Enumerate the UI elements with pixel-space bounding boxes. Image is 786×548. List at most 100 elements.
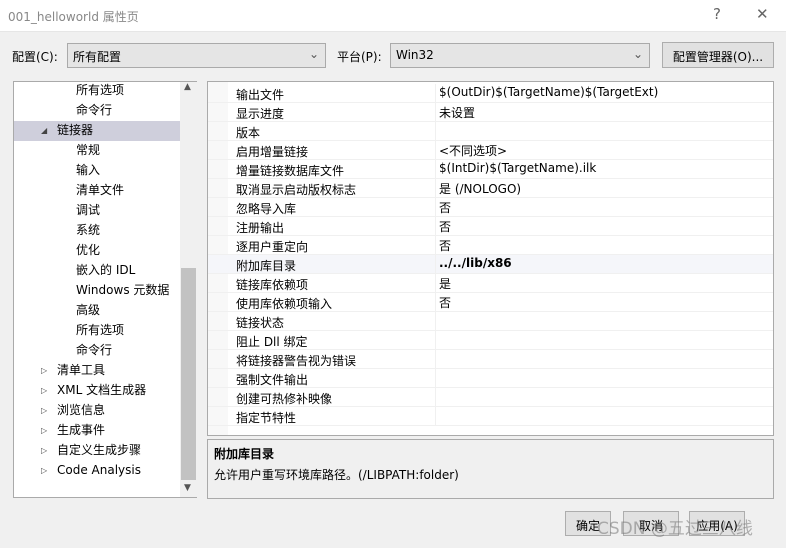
tree-item[interactable]: ▷ 自定义生成步骤	[14, 441, 180, 461]
tree-item[interactable]: 输入	[14, 161, 180, 181]
column-divider	[435, 255, 436, 274]
tree-item[interactable]: 命令行	[14, 101, 180, 121]
column-divider	[435, 84, 436, 103]
column-divider	[435, 236, 436, 255]
scroll-down-icon[interactable]: ▼	[184, 483, 191, 493]
tree-scrollbar[interactable]: ▲ ▼	[180, 82, 197, 497]
property-row[interactable]: 强制文件输出	[208, 369, 773, 388]
scrollbar-thumb[interactable]	[181, 268, 196, 480]
tree-item[interactable]: ▷ 浏览信息	[14, 401, 180, 421]
tree-item[interactable]: ▷ Code Analysis	[14, 461, 180, 481]
property-row[interactable]: 链接库依赖项 是	[208, 274, 773, 293]
property-row[interactable]: 启用增量链接 <不同选项>	[208, 141, 773, 160]
expand-arrow-icon[interactable]: ▷	[41, 361, 47, 380]
config-manager-button[interactable]: 配置管理器(O)...	[662, 42, 774, 68]
property-value[interactable]: 是 (/NOLOGO)	[439, 180, 521, 197]
tree-item[interactable]: 命令行	[14, 341, 180, 361]
expand-arrow-icon[interactable]: ▷	[41, 421, 47, 440]
property-row[interactable]: 显示进度 未设置	[208, 103, 773, 122]
tree-item-label: 生成事件	[57, 423, 106, 437]
tree-item-label: 所有选项	[76, 83, 125, 97]
property-name: 链接状态	[236, 316, 285, 330]
tree-item[interactable]: 所有选项	[14, 321, 180, 341]
property-name: 注册输出	[236, 221, 285, 235]
tree-item[interactable]: Windows 元数据	[14, 281, 180, 301]
property-name: 指定节特性	[236, 411, 297, 425]
property-name: 强制文件输出	[236, 373, 309, 387]
expand-arrow-icon[interactable]: ▷	[41, 441, 47, 460]
platform-dropdown[interactable]: Win32 ⌄	[390, 43, 650, 68]
tree-item[interactable]: ▷ 清单工具	[14, 361, 180, 381]
property-row[interactable]: 增量链接数据库文件 $(IntDir)$(TargetName).ilk	[208, 160, 773, 179]
property-row[interactable]: 版本	[208, 122, 773, 141]
property-value[interactable]: 否	[439, 199, 451, 216]
watermark: CSDN @五过三八线	[597, 519, 753, 539]
column-divider	[435, 122, 436, 141]
property-value[interactable]: $(IntDir)$(TargetName).ilk	[439, 161, 596, 175]
property-row[interactable]: 逐用户重定向 否	[208, 236, 773, 255]
property-row[interactable]: 输出文件 $(OutDir)$(TargetName)$(TargetExt)	[208, 84, 773, 103]
chevron-down-icon: ⌄	[632, 47, 643, 61]
tree-item-label: XML 文档生成器	[57, 383, 147, 397]
tree-item[interactable]: 高级	[14, 301, 180, 321]
tree-item[interactable]: 嵌入的 IDL	[14, 261, 180, 281]
help-button[interactable]: ?	[713, 5, 721, 23]
tree-item-label: 所有选项	[76, 323, 125, 337]
column-divider	[435, 274, 436, 293]
property-name: 显示进度	[236, 107, 285, 121]
property-value[interactable]: <不同选项>	[439, 142, 507, 159]
property-row[interactable]: 注册输出 否	[208, 217, 773, 236]
column-divider	[435, 312, 436, 331]
window-title: 001_helloworld 属性页	[8, 10, 139, 24]
expand-arrow-icon[interactable]: ▷	[41, 461, 47, 480]
column-divider	[435, 407, 436, 426]
property-row[interactable]: 将链接器警告视为错误	[208, 350, 773, 369]
tree-item[interactable]: 清单文件	[14, 181, 180, 201]
tree-item[interactable]: ◢ 链接器	[14, 121, 180, 141]
tree-item-label: 浏览信息	[57, 403, 106, 417]
tree-item[interactable]: 系统	[14, 221, 180, 241]
property-row[interactable]: 取消显示启动版权标志 是 (/NOLOGO)	[208, 179, 773, 198]
tree-item[interactable]: ▷ 生成事件	[14, 421, 180, 441]
property-value[interactable]: 否	[439, 237, 451, 254]
collapse-arrow-icon[interactable]: ◢	[41, 121, 47, 140]
property-name: 逐用户重定向	[236, 240, 309, 254]
property-value[interactable]: ../../lib/x86	[439, 256, 512, 270]
tree-item[interactable]: 常规	[14, 141, 180, 161]
expand-arrow-icon[interactable]: ▷	[41, 401, 47, 420]
column-divider	[435, 350, 436, 369]
property-value[interactable]: $(OutDir)$(TargetName)$(TargetExt)	[439, 85, 658, 99]
property-row[interactable]: 忽略导入库 否	[208, 198, 773, 217]
tree-item[interactable]: ▷ XML 文档生成器	[14, 381, 180, 401]
scroll-up-icon[interactable]: ▲	[184, 82, 191, 92]
column-divider	[435, 369, 436, 388]
property-value[interactable]: 否	[439, 218, 451, 235]
config-dropdown[interactable]: 所有配置 ⌄	[67, 43, 326, 68]
tree-item[interactable]: 调试	[14, 201, 180, 221]
tree-item-label: 命令行	[76, 103, 113, 117]
tree-item[interactable]: 优化	[14, 241, 180, 261]
close-button[interactable]: ✕	[756, 5, 769, 23]
property-value[interactable]: 否	[439, 294, 451, 311]
column-divider	[435, 293, 436, 312]
title-bar: 001_helloworld 属性页 ? ✕	[0, 0, 786, 32]
tree-item[interactable]: 所有选项	[14, 81, 180, 101]
property-name: 使用库依赖项输入	[236, 297, 333, 311]
property-row[interactable]: 指定节特性	[208, 407, 773, 426]
column-divider	[435, 198, 436, 217]
property-value[interactable]: 是	[439, 275, 451, 292]
platform-value: Win32	[396, 48, 434, 62]
property-row[interactable]: 创建可热修补映像	[208, 388, 773, 407]
property-row[interactable]: 阻止 Dll 绑定	[208, 331, 773, 350]
property-row[interactable]: 使用库依赖项输入 否	[208, 293, 773, 312]
property-row[interactable]: 链接状态	[208, 312, 773, 331]
column-divider	[435, 217, 436, 236]
property-tree: ▲ ▼ 所有选项 命令行 ◢ 链接器 常规 输入 清单文件 调试 系统 优化 嵌入的 IDL Wind…	[13, 81, 197, 498]
expand-arrow-icon[interactable]: ▷	[41, 381, 47, 400]
property-row[interactable]: 附加库目录 ../../lib/x86	[208, 255, 773, 274]
tree-item-label: 链接器	[57, 123, 94, 137]
property-value[interactable]: 未设置	[439, 104, 475, 121]
property-name: 创建可热修补映像	[236, 392, 333, 406]
tree-item-label: Code Analysis	[57, 463, 141, 477]
property-name: 链接库依赖项	[236, 278, 309, 292]
